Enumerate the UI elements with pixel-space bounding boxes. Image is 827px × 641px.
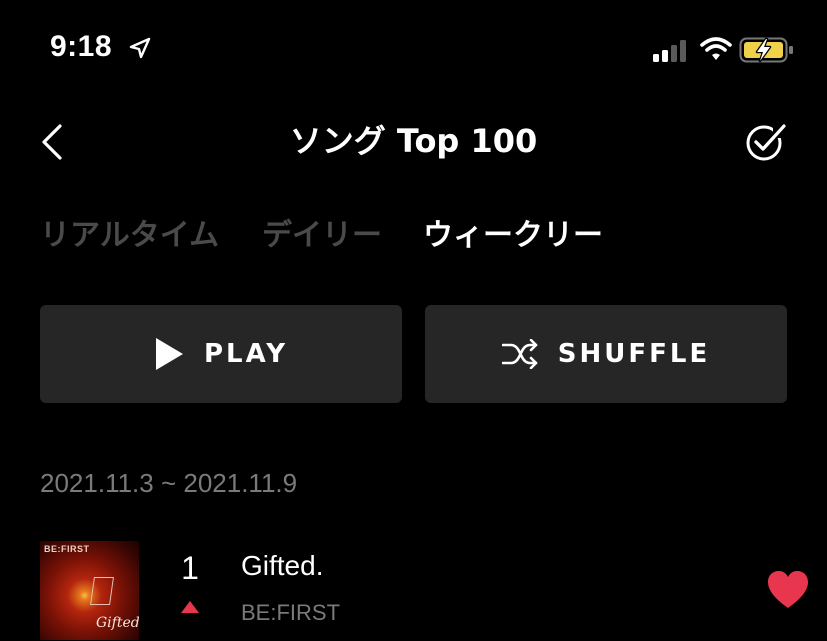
cellular-signal-icon (653, 40, 686, 62)
tab-realtime[interactable]: リアルタイム (40, 214, 219, 258)
location-arrow-icon (129, 37, 151, 59)
album-art-text: BE:FIRST (44, 544, 90, 554)
wifi-icon (700, 37, 732, 60)
play-button[interactable]: PLAY (40, 305, 402, 403)
chart-date-range: 2021.11.3 ~ 2021.11.9 (40, 468, 298, 498)
album-art-logo (90, 577, 114, 605)
rank-up-icon (181, 601, 199, 613)
tab-daily[interactable]: デイリー (262, 214, 382, 258)
battery-charging-icon (739, 37, 793, 63)
play-button-label: PLAY (203, 339, 289, 369)
shuffle-button[interactable]: SHUFFLE (425, 305, 787, 403)
shuffle-icon (501, 339, 538, 369)
track-rank: 1 (181, 550, 199, 586)
tab-weekly[interactable]: ウィークリー (423, 214, 603, 258)
album-art: BE:FIRST Gifted. (40, 541, 139, 640)
shuffle-button-label: SHUFFLE (557, 339, 711, 369)
track-artist: BE:FIRST (241, 600, 341, 625)
check-circle-icon[interactable] (744, 120, 788, 164)
track-title: Gifted. (241, 550, 324, 581)
heart-icon[interactable] (766, 570, 810, 610)
album-art-signature: Gifted. (96, 615, 139, 631)
status-time: 9:18 (50, 30, 113, 63)
page-title: ソング Top 100 (289, 122, 538, 160)
play-icon (155, 338, 183, 370)
status-bar: 9:18 (0, 0, 827, 100)
